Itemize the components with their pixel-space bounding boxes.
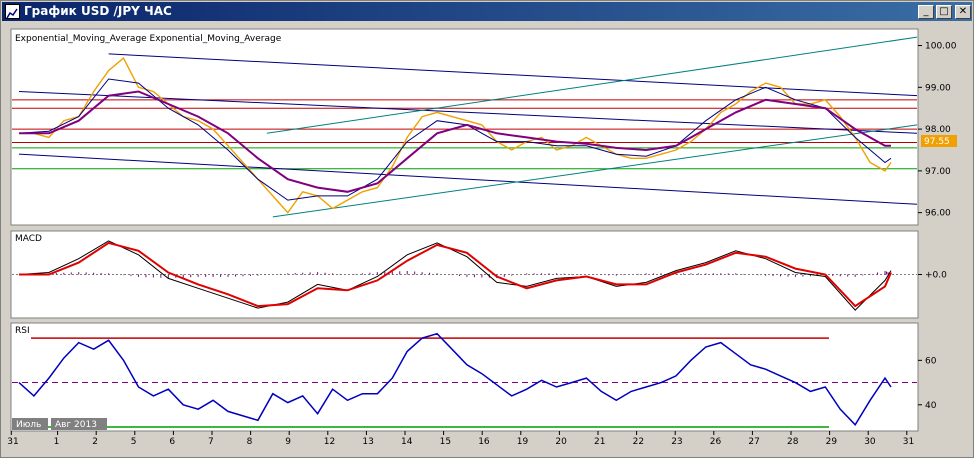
macd-panel-title: MACD bbox=[15, 234, 42, 244]
x-tick-label-2: 2 bbox=[92, 437, 98, 447]
x-tick-label-18: 26 bbox=[710, 437, 722, 447]
rsi-tick-label-1: 60 bbox=[925, 356, 937, 366]
price-tick-label-4: 100.00 bbox=[925, 42, 957, 52]
current-price-label: 97.55 bbox=[924, 137, 950, 147]
x-tick-label-20: 28 bbox=[787, 437, 799, 447]
rsi-tick-label-0: 40 bbox=[925, 401, 937, 411]
x-tick-label-22: 30 bbox=[864, 437, 876, 447]
month-label-1: Июль bbox=[16, 420, 41, 430]
x-tick-label-17: 23 bbox=[671, 437, 682, 447]
x-tick-label-14: 20 bbox=[555, 437, 567, 447]
rsi-panel-title: RSI bbox=[15, 326, 30, 336]
macd-zero-label: +0.0 bbox=[925, 271, 947, 281]
x-tick-label-5: 7 bbox=[208, 437, 214, 447]
x-tick-label-15: 21 bbox=[594, 437, 605, 447]
price-tick-label-3: 99.00 bbox=[925, 83, 951, 93]
x-tick-label-11: 15 bbox=[440, 437, 451, 447]
x-tick-label-3: 5 bbox=[131, 437, 137, 447]
chart-window: График USD /JPY ЧАС _ □ ✕ 96.00 97.00 98.0… bbox=[0, 0, 974, 458]
month-label-2: Авг 2013 bbox=[55, 420, 97, 430]
x-tick-label-12: 16 bbox=[478, 437, 490, 447]
x-tick-label-4: 6 bbox=[169, 437, 175, 447]
chart-canvas[interactable]: 96.00 97.00 98.00 99.00 100.00 +0.0 40 60 31 1… bbox=[1, 1, 973, 457]
x-tick-label-10: 14 bbox=[401, 437, 413, 447]
x-tick-label-13: 19 bbox=[517, 437, 529, 447]
x-tick-label-9: 13 bbox=[362, 437, 373, 447]
x-tick-label-23: 31 bbox=[903, 437, 914, 447]
x-tick-label-19: 27 bbox=[748, 437, 759, 447]
price-tick-label-2: 98.00 bbox=[925, 125, 951, 135]
price-panel-title: Exponential_Moving_Average Exponential_M… bbox=[15, 34, 282, 44]
price-tick-label-0: 96.00 bbox=[925, 209, 951, 219]
price-tick-label-1: 97.00 bbox=[925, 167, 951, 177]
x-tick-label-0: 31 bbox=[7, 437, 18, 447]
x-tick-label-16: 22 bbox=[633, 437, 644, 447]
x-tick-label-7: 9 bbox=[285, 437, 291, 447]
x-tick-label-6: 8 bbox=[247, 437, 253, 447]
x-tick-label-1: 1 bbox=[54, 437, 60, 447]
x-tick-label-8: 12 bbox=[324, 437, 335, 447]
x-tick-label-21: 29 bbox=[826, 437, 838, 447]
